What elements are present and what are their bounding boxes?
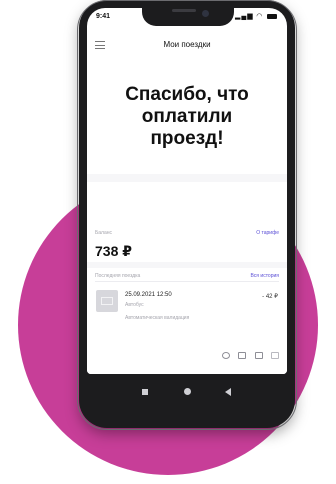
trip-method: Автоматическая валидация bbox=[125, 315, 190, 321]
thank-you-line-1: Спасибо, что bbox=[125, 84, 249, 105]
recent-apps-button[interactable] bbox=[142, 389, 148, 395]
back-button[interactable] bbox=[225, 388, 231, 396]
wifi-icon: ◠ bbox=[256, 13, 264, 20]
thank-you-line-3: проезд! bbox=[150, 128, 224, 149]
last-trip-label: Последняя поездка bbox=[95, 273, 141, 279]
status-icons: ▂▄▆ ◠ bbox=[235, 12, 277, 20]
bus-ticket-icon bbox=[96, 290, 118, 312]
app-bar: Мои поездки bbox=[87, 38, 287, 56]
status-time: 9:41 bbox=[96, 13, 111, 20]
last-trip-card: Последняя поездка Вся история 25.09.2021… bbox=[87, 268, 287, 374]
trip-amount: - 42 ₽ bbox=[262, 294, 278, 300]
tariff-link[interactable]: О тарифе bbox=[256, 230, 279, 236]
balance-label: Баланс bbox=[95, 230, 113, 236]
speaker-grill bbox=[172, 9, 196, 12]
home-button[interactable] bbox=[184, 388, 191, 395]
thank-you-line-2: оплатили bbox=[141, 106, 233, 127]
bus-icon[interactable] bbox=[238, 352, 247, 360]
balance-value: 738 ₽ bbox=[95, 243, 132, 259]
page-title: Мои поездки bbox=[163, 40, 211, 49]
all-history-link[interactable]: Вся история bbox=[250, 273, 279, 279]
divider bbox=[95, 281, 279, 282]
tram-icon[interactable] bbox=[254, 352, 263, 360]
battery-icon bbox=[267, 13, 277, 19]
trip-datetime: 25.09.2021 12:50 bbox=[125, 292, 172, 298]
trip-transport: Автобус bbox=[125, 302, 144, 308]
card-icon[interactable] bbox=[271, 352, 279, 360]
system-nav-bar bbox=[87, 380, 287, 404]
signal-icon: ▂▄▆ bbox=[234, 13, 254, 20]
transport-icons bbox=[218, 347, 279, 360]
thank-you-message: Спасибо, что оплатили проезд! bbox=[97, 84, 277, 150]
metro-icon[interactable] bbox=[221, 352, 230, 360]
notch bbox=[142, 8, 234, 26]
camera-icon bbox=[202, 10, 209, 17]
cards-area: Последняя поездка Вся история 25.09.2021… bbox=[87, 174, 287, 374]
phone-screen: 9:41 ▂▄▆ ◠ Мои поездки Спасибо, что опла… bbox=[87, 8, 287, 374]
